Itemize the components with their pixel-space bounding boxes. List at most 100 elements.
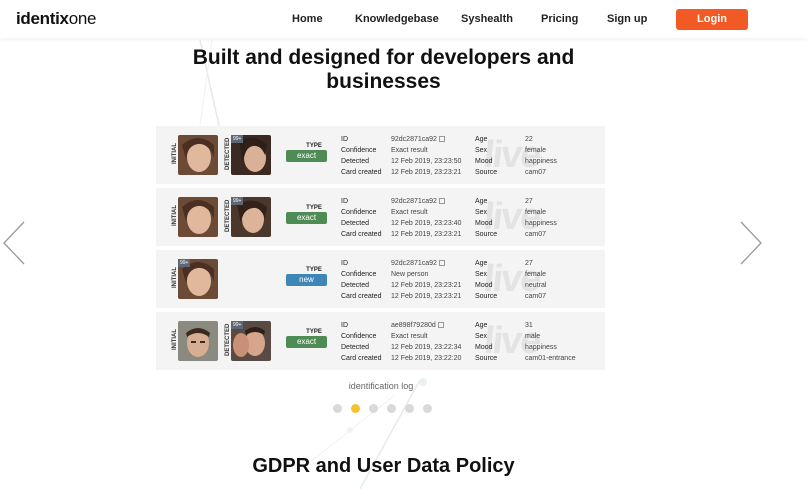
logo-light-text: one — [68, 9, 97, 28]
source-value: cam07 — [525, 231, 547, 238]
card-created-value: 12 Feb 2019, 23:23:21 — [391, 169, 462, 176]
login-button[interactable]: Login — [676, 9, 748, 30]
log-entry-1[interactable]: live INITIAL DETECTED 99+ TYPE exact ID … — [156, 126, 605, 184]
sex-label: Sex — [475, 271, 488, 278]
confidence-label: Confidence — [341, 333, 377, 340]
carousel-dot-2[interactable] — [351, 404, 360, 413]
id-value: ae898f79280d — [391, 320, 444, 331]
mood-value: happiness — [525, 158, 557, 165]
source-label: Source — [475, 293, 498, 300]
id-label: ID — [341, 198, 348, 205]
mood-value: happiness — [525, 220, 557, 227]
logo[interactable]: identixone — [16, 9, 96, 29]
mood-label: Mood — [475, 282, 493, 289]
match-count-badge: 99+ — [231, 135, 244, 143]
type-pill-exact: exact — [286, 212, 327, 224]
type-label: TYPE — [306, 143, 322, 149]
copy-icon[interactable] — [438, 136, 445, 143]
log-caption: identification log — [348, 381, 414, 391]
nav-knowledgebase[interactable]: Knowledgebase — [355, 13, 439, 25]
sex-value: female — [525, 147, 547, 154]
detected-value: 12 Feb 2019, 23:23:21 — [391, 282, 462, 289]
confidence-value: Exact result — [391, 333, 428, 340]
detected-value: 12 Feb 2019, 23:23:50 — [391, 158, 462, 165]
hero-title: Built and designed for developers and bu… — [192, 46, 575, 93]
id-value: 92dc2871ca92 — [391, 134, 445, 145]
type-pill-exact: exact — [286, 150, 327, 162]
nav-syshealth[interactable]: Syshealth — [461, 13, 513, 25]
logo-bold-text: identix — [16, 9, 69, 28]
mood-value: neutral — [525, 282, 547, 289]
card-created-value: 12 Feb 2019, 23:22:20 — [391, 355, 462, 362]
id-value: 92dc2871ca92 — [391, 258, 445, 269]
source-label: Source — [475, 231, 498, 238]
nav-pricing[interactable]: Pricing — [541, 13, 578, 25]
gdpr-title: GDPR and User Data Policy — [252, 455, 515, 477]
card-created-label: Card created — [341, 169, 382, 176]
id-label: ID — [341, 322, 348, 329]
nav-home[interactable]: Home — [292, 13, 323, 25]
copy-icon[interactable] — [438, 260, 445, 267]
type-label: TYPE — [306, 205, 322, 211]
carousel-dot-6[interactable] — [423, 404, 432, 413]
initial-face-image — [178, 197, 218, 237]
log-entry-4[interactable]: live INITIAL DETECTED 99+ TYPE exact ID … — [156, 312, 605, 370]
match-count-badge: 99+ — [178, 259, 191, 267]
carousel-dot-1[interactable] — [333, 404, 342, 413]
type-pill-exact: exact — [286, 336, 327, 348]
mood-value: happiness — [525, 344, 557, 351]
page: identixone Home Knowledgebase Syshealth … — [0, 0, 807, 489]
detected-time-label: Detected — [341, 282, 370, 289]
initial-face-image — [178, 135, 218, 175]
carousel-next-icon[interactable] — [737, 220, 763, 266]
age-label: Age — [475, 198, 488, 205]
log-entry-3[interactable]: live INITIAL 99+ TYPE new ID Confidence … — [156, 250, 605, 308]
type-label: TYPE — [306, 329, 322, 335]
source-label: Source — [475, 169, 498, 176]
copy-icon[interactable] — [438, 198, 445, 205]
type-label: TYPE — [306, 267, 322, 273]
id-value: 92dc2871ca92 — [391, 196, 445, 207]
carousel-dot-4[interactable] — [387, 404, 396, 413]
sex-label: Sex — [475, 147, 488, 154]
confidence-label: Confidence — [341, 209, 377, 216]
age-label: Age — [475, 322, 488, 329]
mood-label: Mood — [475, 344, 493, 351]
sex-value: male — [525, 333, 541, 340]
detected-value: 12 Feb 2019, 23:23:40 — [391, 220, 462, 227]
source-value: cam07 — [525, 169, 547, 176]
card-created-label: Card created — [341, 293, 382, 300]
age-value: 27 — [525, 260, 533, 267]
nav-signup[interactable]: Sign up — [607, 13, 647, 25]
detected-time-label: Detected — [341, 344, 370, 351]
sex-value: female — [525, 209, 547, 216]
confidence-value: Exact result — [391, 147, 428, 154]
age-value: 27 — [525, 198, 533, 205]
confidence-value: New person — [391, 271, 429, 278]
match-count-badge: 99+ — [231, 197, 244, 205]
detected-value: 12 Feb 2019, 23:22:34 — [391, 344, 462, 351]
match-count-badge: 99+ — [231, 321, 244, 329]
confidence-label: Confidence — [341, 271, 377, 278]
carousel-prev-icon[interactable] — [2, 220, 28, 266]
age-value: 31 — [525, 322, 533, 329]
sex-value: female — [525, 271, 547, 278]
copy-icon[interactable] — [437, 322, 444, 329]
card-created-label: Card created — [341, 231, 382, 238]
mood-label: Mood — [475, 220, 493, 227]
confidence-value: Exact result — [391, 209, 428, 216]
age-label: Age — [475, 136, 488, 143]
carousel-dot-3[interactable] — [369, 404, 378, 413]
carousel-dot-5[interactable] — [405, 404, 414, 413]
sex-label: Sex — [475, 333, 488, 340]
detected-time-label: Detected — [341, 220, 370, 227]
top-navbar: identixone Home Knowledgebase Syshealth … — [0, 0, 807, 38]
mood-label: Mood — [475, 158, 493, 165]
id-label: ID — [341, 136, 348, 143]
detected-time-label: Detected — [341, 158, 370, 165]
source-value: cam01-entrance — [525, 355, 576, 362]
initial-face-image — [178, 321, 218, 361]
log-entry-2[interactable]: live INITIAL DETECTED 99+ TYPE exact ID … — [156, 188, 605, 246]
card-created-label: Card created — [341, 355, 382, 362]
card-created-value: 12 Feb 2019, 23:23:21 — [391, 293, 462, 300]
